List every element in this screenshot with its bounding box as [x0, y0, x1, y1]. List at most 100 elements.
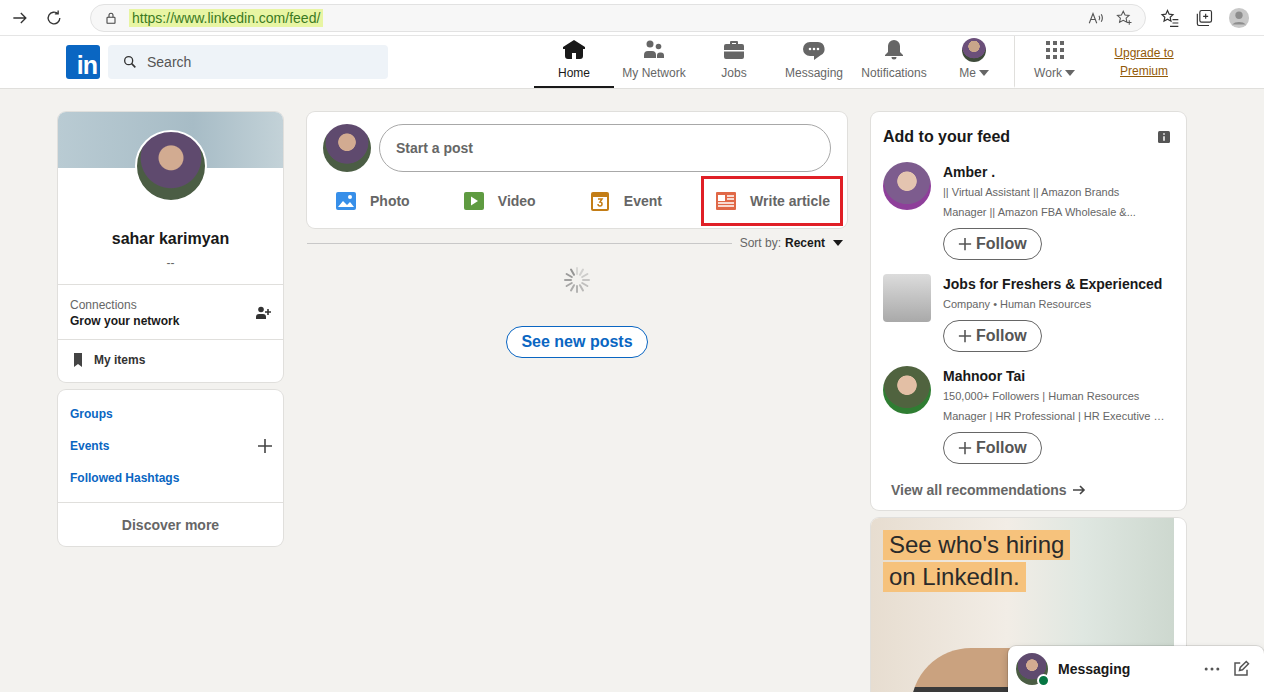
linkedin-header: inSearch Home My Network Jobs Messaging Notif…	[0, 36, 1264, 89]
composer-action[interactable]: Write article	[701, 176, 843, 226]
main-nav: Home My Network Jobs Messaging Notifications…	[534, 36, 1094, 88]
nav-label: Me	[959, 66, 989, 80]
community-link[interactable]: Events	[58, 430, 283, 462]
suggestion-description: || Virtual Assistant || Amazon Brands	[943, 182, 1178, 202]
messaging-bar[interactable]: Messaging	[1008, 646, 1264, 692]
ad-headline: See who's hiring	[883, 530, 1070, 560]
suggestion-photo[interactable]	[883, 162, 931, 210]
profile-name[interactable]: sahar karimyan	[58, 228, 283, 250]
calendar-icon	[588, 189, 612, 213]
my-items-row[interactable]: My items	[58, 340, 283, 382]
search-field[interactable]: Search	[108, 45, 388, 79]
suggestion-description: 150,000+ Followers | Human Resources	[943, 386, 1178, 406]
community-link[interactable]: Groups	[58, 398, 283, 430]
more-options-icon[interactable]	[1202, 659, 1222, 679]
profile-headline: --	[58, 254, 283, 285]
sort-control[interactable]: Sort by:Recent	[307, 236, 847, 250]
people-icon	[642, 38, 666, 62]
suggestion-item: Mahnoor Tai150,000+ Followers | Human Re…	[883, 366, 1178, 464]
nav-item[interactable]: My Network	[614, 36, 694, 88]
main-feed: Start a postPhoto Video Event Write article…	[307, 112, 847, 358]
nav-label: My Network	[622, 66, 685, 80]
suggestion-name[interactable]: Jobs for Freshers & Experienced	[943, 274, 1178, 294]
bell-icon	[882, 38, 906, 62]
right-sidebar: Add to your feed Amber .|| Virtual Assist…	[871, 112, 1186, 692]
profile-photo[interactable]	[135, 130, 207, 202]
home-icon	[562, 38, 586, 62]
url-text: https://www.linkedin.com/feed/	[129, 9, 323, 27]
dropdown-caret-icon	[1065, 70, 1075, 76]
nav-item[interactable]: Home	[534, 36, 614, 88]
suggestion-name[interactable]: Mahnoor Tai	[943, 366, 1178, 386]
start-post-input[interactable]: Start a post	[379, 124, 831, 172]
read-aloud-icon[interactable]	[1087, 9, 1105, 27]
photo-icon	[334, 189, 358, 213]
suggestion-photo[interactable]	[883, 274, 931, 322]
follow-button[interactable]: Follow	[943, 228, 1042, 260]
plus-icon	[958, 237, 972, 251]
composer-action[interactable]: Photo	[323, 176, 423, 226]
chat-icon	[802, 38, 826, 62]
nav-item[interactable]: Jobs	[694, 36, 774, 88]
dropdown-caret-icon	[833, 240, 843, 246]
suggestion-item: Jobs for Freshers & ExperiencedCompany •…	[883, 274, 1178, 352]
nav-label: Messaging	[785, 66, 843, 80]
profile-photo	[1016, 653, 1048, 685]
left-sidebar: sahar karimyan --ConnectionsGrow your net…	[58, 112, 283, 546]
ad-headline: on LinkedIn.	[883, 562, 1026, 592]
back-arrow-icon[interactable]	[10, 8, 30, 28]
linkedin-logo[interactable]: in	[66, 45, 100, 79]
profile-card: sahar karimyan --ConnectionsGrow your net…	[58, 112, 283, 382]
composer-action[interactable]: Video	[449, 176, 549, 226]
see-new-posts-button[interactable]: See new posts	[506, 326, 647, 358]
follow-button[interactable]: Follow	[943, 432, 1042, 464]
post-composer: Start a postPhoto Video Event Write article	[307, 112, 847, 228]
suggestion-description: Manager | HR Professional | HR Executive…	[943, 406, 1178, 426]
add-favorite-icon[interactable]	[1115, 9, 1133, 27]
nav-item[interactable]: Notifications	[854, 36, 934, 88]
nav-label: Notifications	[861, 66, 926, 80]
address-bar[interactable]: https://www.linkedin.com/feed/	[90, 4, 1146, 32]
card-title: Add to your feed	[883, 126, 1010, 148]
info-icon[interactable]	[1158, 131, 1170, 143]
suggestion-description: Company • Human Resources	[943, 294, 1178, 314]
online-status-dot	[1037, 674, 1050, 687]
community-card: GroupsEventsFollowed Hashtags Discover mo…	[58, 390, 283, 546]
connections-row[interactable]: ConnectionsGrow your network	[58, 285, 283, 340]
profile-photo[interactable]	[323, 124, 371, 172]
lock-icon	[103, 10, 119, 26]
upgrade-premium-link[interactable]: Upgrade toPremium	[1098, 44, 1190, 80]
favorites-icon[interactable]	[1160, 8, 1180, 28]
suggestion-name[interactable]: Amber .	[943, 162, 1178, 182]
dropdown-caret-icon	[979, 70, 989, 76]
article-icon	[714, 189, 738, 213]
nav-item[interactable]: Work	[1014, 36, 1094, 88]
bookmark-icon	[70, 352, 86, 368]
community-link[interactable]: Followed Hashtags	[58, 462, 283, 494]
composer-action[interactable]: Event	[575, 176, 675, 226]
nav-label: Jobs	[721, 66, 746, 80]
feed-page: sahar karimyan --ConnectionsGrow your net…	[0, 89, 1264, 692]
video-icon	[462, 189, 486, 213]
plus-icon	[958, 441, 972, 455]
compose-icon[interactable]	[1232, 660, 1250, 678]
grid-icon	[1043, 38, 1067, 62]
browser-profile-icon[interactable]	[1228, 7, 1250, 29]
nav-label: Home	[558, 66, 590, 80]
briefcase-icon	[722, 38, 746, 62]
suggestion-photo[interactable]	[883, 366, 931, 414]
nav-item[interactable]: Me	[934, 36, 1014, 88]
suggestion-item: Amber .|| Virtual Assistant || Amazon Br…	[883, 162, 1178, 260]
reload-icon[interactable]	[44, 8, 64, 28]
arrow-right-icon	[1071, 482, 1087, 498]
nav-label: Work	[1034, 66, 1075, 80]
plus-icon[interactable]	[257, 438, 273, 454]
view-all-recommendations-link[interactable]: View all recommendations	[883, 482, 1178, 498]
collections-icon[interactable]	[1194, 8, 1214, 28]
follow-button[interactable]: Follow	[943, 320, 1042, 352]
suggestion-description: Manager || Amazon FBA Wholesale &...	[943, 202, 1178, 222]
nav-item[interactable]: Messaging	[774, 36, 854, 88]
browser-toolbar: https://www.linkedin.com/feed/	[0, 0, 1264, 36]
discover-more-button[interactable]: Discover more	[58, 503, 283, 546]
loading-spinner-icon	[561, 264, 593, 296]
